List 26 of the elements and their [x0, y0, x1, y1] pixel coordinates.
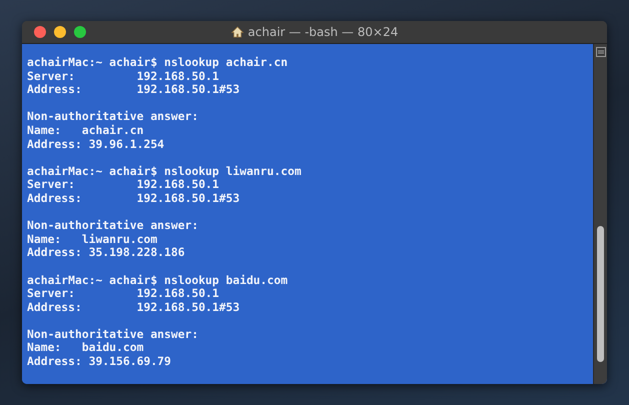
terminal-line: Name: liwanru.com — [27, 232, 158, 246]
scrollbar-thumb[interactable] — [597, 226, 604, 362]
terminal-line: Address: 192.168.50.1#53 — [27, 83, 241, 97]
zoom-button[interactable] — [74, 26, 86, 38]
scrollbar[interactable] — [593, 44, 607, 384]
terminal-line: Non-authoritative answer: — [27, 328, 200, 342]
window-title: achair — -bash — 80×24 — [248, 25, 398, 39]
terminal-line: Non-authoritative answer: — [27, 219, 200, 233]
terminal-line: Address: 39.96.1.254 — [27, 138, 166, 152]
terminal-line: Name: achair.cn — [27, 124, 145, 138]
terminal-line: achairMac:~ achair$ nslookup achair.cn — [27, 56, 289, 70]
terminal-line: Server: 192.168.50.1 — [27, 70, 220, 84]
terminal-line: achairMac:~ achair$ nslookup baidu.com — [27, 274, 289, 288]
minimize-button[interactable] — [54, 26, 66, 38]
close-button[interactable] — [34, 26, 46, 38]
split-pane-icon[interactable] — [596, 47, 606, 57]
terminal-line: Address: 35.198.228.186 — [27, 246, 186, 260]
house-icon — [230, 26, 244, 38]
terminal-line: Address: 192.168.50.1#53 — [27, 192, 241, 206]
terminal-line: Server: 192.168.50.1 — [27, 287, 220, 301]
terminal-line: Address: 192.168.50.1#53 — [27, 300, 241, 314]
terminal-line: Server: 192.168.50.1 — [27, 178, 220, 192]
terminal-line: Address: 39.156.69.79 — [27, 355, 172, 369]
terminal-line: Name: baidu.com — [27, 341, 145, 356]
terminal-line: Non-authoritative answer: — [27, 110, 200, 124]
terminal-line: achairMac:~ achair$ nslookup liwanru.com — [27, 164, 302, 178]
